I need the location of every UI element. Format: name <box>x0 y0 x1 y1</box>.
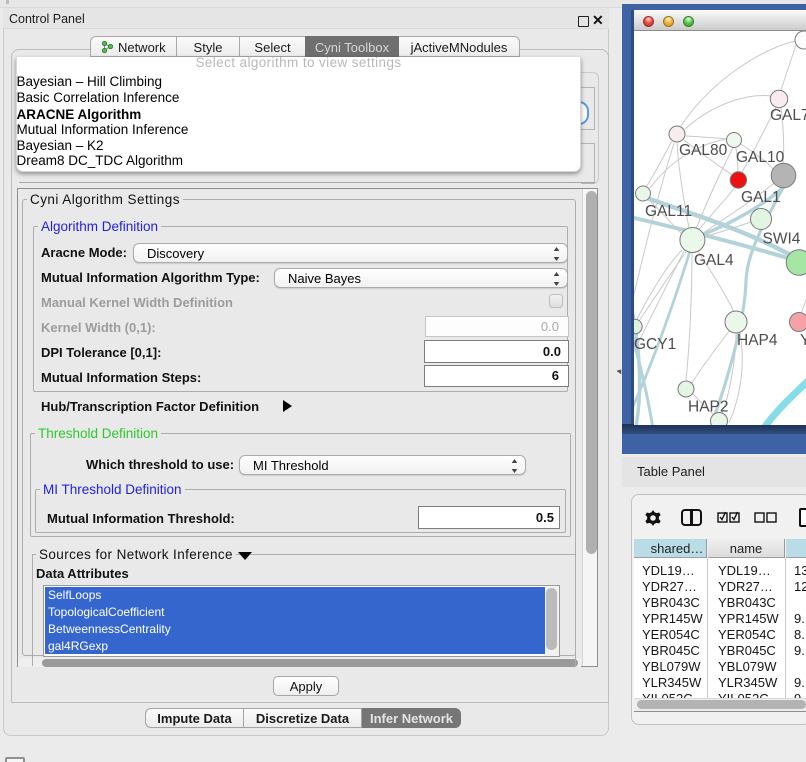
svg-text:GAL7: GAL7 <box>770 107 806 124</box>
svg-text:GAL80: GAL80 <box>679 142 728 159</box>
svg-text:GAL10: GAL10 <box>736 149 785 166</box>
svg-text:GAL4: GAL4 <box>694 252 734 269</box>
svg-text:GCY1: GCY1 <box>634 336 676 353</box>
svg-text:SWI4: SWI4 <box>763 231 801 248</box>
svg-text:GAL11: GAL11 <box>645 203 692 220</box>
svg-text:HAP2: HAP2 <box>688 399 729 416</box>
svg-text:YB: YB <box>800 332 806 349</box>
svg-text:HAP4: HAP4 <box>737 332 778 349</box>
svg-text:GAL1: GAL1 <box>741 189 781 206</box>
